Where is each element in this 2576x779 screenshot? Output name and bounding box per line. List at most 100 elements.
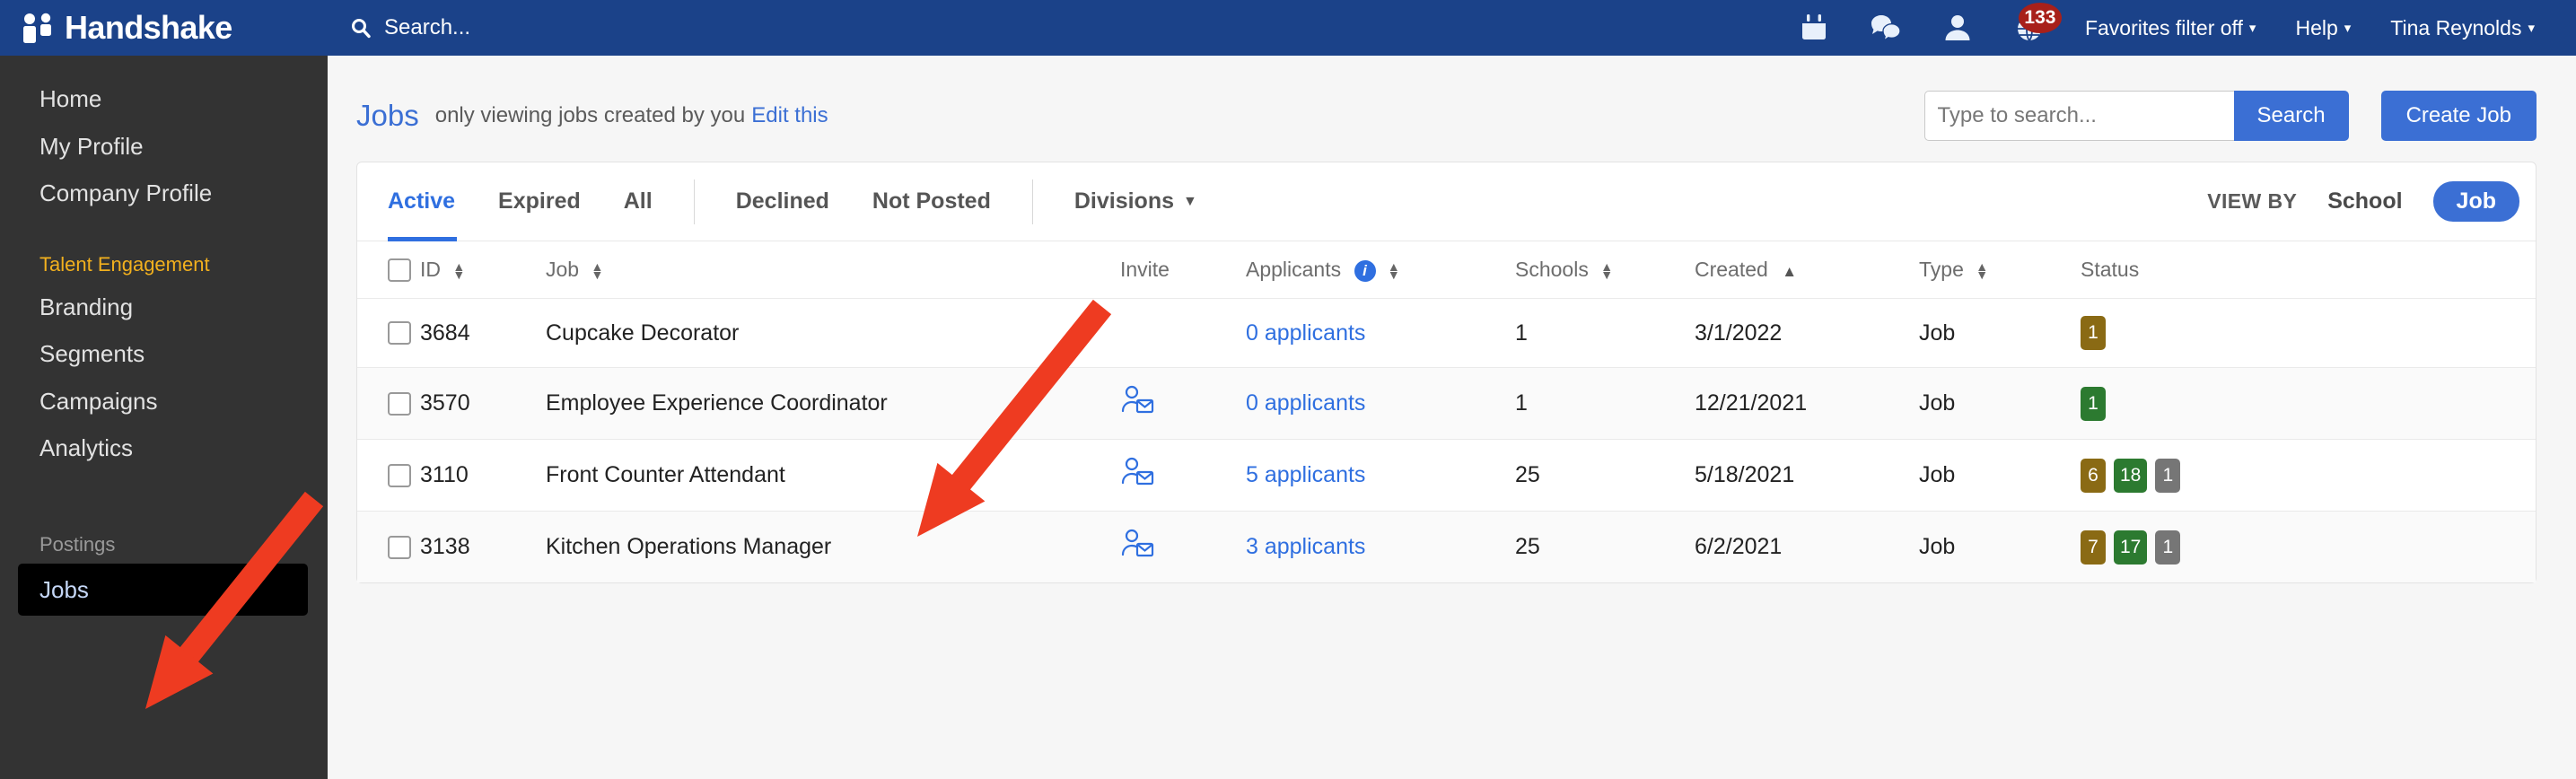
sort-arrows-icon[interactable]: ▲ ▼ <box>1388 260 1400 281</box>
person-icon[interactable] <box>1940 10 1976 46</box>
sidebar-item-campaigns[interactable]: Campaigns <box>0 378 328 425</box>
chevron-down-icon: ▾ <box>2344 20 2352 36</box>
header-schools[interactable]: Schools ▲ ▼ <box>1515 241 1695 299</box>
status-badge[interactable]: 7 <box>2081 530 2106 565</box>
status-badge[interactable]: 1 <box>2081 386 2106 421</box>
table-row[interactable]: 3570 Employee Experience Coordinator 0 app… <box>357 367 2536 440</box>
cell-id: 3570 <box>420 390 470 416</box>
header-applicants-label: Applicants <box>1246 258 1342 281</box>
tab-divisions-label: Divisions <box>1073 188 1175 214</box>
globe-icon[interactable]: 133 <box>2011 3 2062 46</box>
applicants-link[interactable]: 0 applicants <box>1246 320 1365 346</box>
sidebar-item-home[interactable]: Home <box>0 75 328 123</box>
tab-all[interactable]: All <box>602 162 674 241</box>
create-job-button[interactable]: Create Job <box>2380 91 2537 141</box>
tab-not-posted[interactable]: Not Posted <box>851 162 1012 241</box>
status-badge[interactable]: 1 <box>2155 530 2181 565</box>
header-applicants[interactable]: Applicants i ▲ ▼ <box>1246 241 1515 299</box>
cell-job-title[interactable]: Kitchen Operations Manager <box>546 512 1120 583</box>
row-checkbox[interactable] <box>388 463 411 487</box>
chevron-down-icon: ▼ <box>1183 193 1197 209</box>
job-search-input[interactable] <box>1923 91 2234 141</box>
select-all-checkbox[interactable] <box>388 258 411 282</box>
row-select-cell <box>357 440 420 512</box>
account-dropdown[interactable]: Tina Reynolds ▾ <box>2390 16 2535 40</box>
applicants-link[interactable]: 5 applicants <box>1246 462 1365 487</box>
cell-invite[interactable] <box>1120 440 1246 512</box>
table-row[interactable]: 3110 Front Counter Attendant 5 applicants 2… <box>357 439 2536 512</box>
status-badge[interactable]: 17 <box>2114 530 2148 565</box>
invite-person-envelope-icon[interactable] <box>1120 385 1154 421</box>
info-icon[interactable]: i <box>1354 259 1376 282</box>
chat-bubbles-icon[interactable] <box>1868 10 1904 46</box>
search-icon <box>350 17 372 39</box>
cell-job-title[interactable]: Cupcake Decorator <box>546 299 1120 368</box>
cell-job-title[interactable]: Front Counter Attendant <box>546 440 1120 512</box>
calendar-icon[interactable] <box>1796 10 1832 46</box>
page-title: Jobs <box>356 99 419 132</box>
status-badge[interactable]: 1 <box>2081 316 2106 350</box>
sort-arrows-icon[interactable]: ▲ ▼ <box>591 260 603 281</box>
table-body: 3684 Cupcake Decorator 0 applicants 1 3/1/20… <box>357 298 2536 583</box>
invite-person-envelope-icon[interactable] <box>1120 529 1154 565</box>
sidebar-item-branding[interactable]: Branding <box>0 284 328 331</box>
help-dropdown[interactable]: Help ▾ <box>2295 16 2351 40</box>
header-job[interactable]: Job ▲ ▼ <box>546 241 1120 299</box>
table-row[interactable]: 3684 Cupcake Decorator 0 applicants 1 3/1/20… <box>357 298 2536 368</box>
tab-declined[interactable]: Declined <box>714 162 851 241</box>
header-created[interactable]: Created ▲ <box>1695 241 1919 299</box>
applicants-link[interactable]: 3 applicants <box>1246 534 1365 559</box>
cell-job-title[interactable]: Employee Experience Coordinator <box>546 368 1120 440</box>
chevron-down-icon: ▾ <box>2528 20 2535 36</box>
brand-logo-link[interactable]: Handshake <box>0 0 328 56</box>
cell-created: 12/21/2021 <box>1695 390 1808 416</box>
jobs-table: ID ▲ ▼ Job ▲ ▼ Invite Applicants i ▲ ▼ S… <box>357 241 2536 582</box>
sidebar-item-segments[interactable]: Segments <box>0 330 328 378</box>
sidebar-section-postings: Postings <box>39 532 116 556</box>
sort-arrows-icon[interactable]: ▲ ▼ <box>1976 260 1988 281</box>
page-subtitle: only viewing jobs created by you Edit thi… <box>435 103 828 128</box>
tab-divider <box>1031 179 1033 224</box>
header-invite: Invite <box>1120 241 1246 299</box>
sidebar-item-jobs[interactable]: Jobs <box>18 563 308 616</box>
sort-arrows-icon[interactable]: ▲ ▼ <box>1600 260 1613 281</box>
table-row[interactable]: 3138 Kitchen Operations Manager 3 applican… <box>357 511 2536 583</box>
cell-type: Job <box>1919 534 1956 559</box>
applicants-link[interactable]: 0 applicants <box>1246 390 1365 416</box>
invite-person-envelope-icon[interactable] <box>1120 457 1154 493</box>
chevron-down-icon: ▾ <box>2248 20 2256 36</box>
cell-type: Job <box>1919 390 1956 416</box>
top-navigation-bar: Handshake Search... 133 Favorites filter… <box>0 0 2576 56</box>
row-select-cell <box>357 368 420 440</box>
tab-divisions-dropdown[interactable]: Divisions ▼ <box>1053 162 1219 241</box>
status-badge[interactable]: 18 <box>2114 458 2148 493</box>
tab-expired[interactable]: Expired <box>477 162 602 241</box>
search-button[interactable]: Search <box>2233 91 2349 141</box>
sidebar-item-analytics[interactable]: Analytics <box>0 425 328 472</box>
global-search-box[interactable]: Search... <box>350 15 470 40</box>
row-checkbox[interactable] <box>388 391 411 416</box>
row-checkbox[interactable] <box>388 321 411 345</box>
status-badge[interactable]: 6 <box>2081 458 2106 493</box>
sidebar-navigation: Home My Profile Company Profile Talent E… <box>0 56 328 779</box>
sort-ascending-icon[interactable]: ▲ <box>1782 263 1797 280</box>
cell-invite[interactable] <box>1120 512 1246 583</box>
cell-invite[interactable] <box>1120 368 1246 440</box>
status-badge[interactable]: 1 <box>2155 458 2181 493</box>
favorites-filter-dropdown[interactable]: Favorites filter off ▾ <box>2085 16 2256 40</box>
tab-divider <box>693 179 695 224</box>
sort-arrows-icon[interactable]: ▲ ▼ <box>452 260 465 281</box>
sidebar-item-company-profile[interactable]: Company Profile <box>0 170 328 217</box>
header-actions: Search Create Job <box>1923 91 2537 141</box>
cell-created: 6/2/2021 <box>1695 534 1783 559</box>
header-type[interactable]: Type ▲ ▼ <box>1919 241 2081 299</box>
sidebar-item-my-profile[interactable]: My Profile <box>0 123 328 171</box>
view-by-job-option[interactable]: Job <box>2432 181 2519 222</box>
cell-id: 3684 <box>420 319 470 346</box>
edit-this-link[interactable]: Edit this <box>751 103 828 127</box>
view-by-school-option[interactable]: School <box>2327 188 2402 214</box>
row-checkbox[interactable] <box>388 535 411 559</box>
header-id[interactable]: ID ▲ ▼ <box>420 241 546 299</box>
tab-active[interactable]: Active <box>388 162 477 241</box>
